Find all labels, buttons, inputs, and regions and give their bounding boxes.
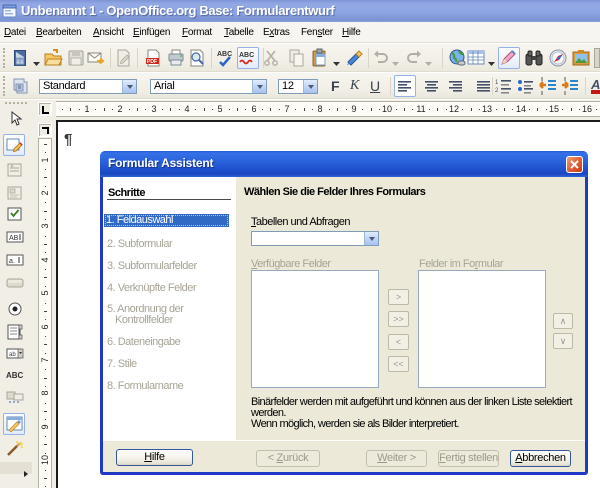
svg-text:a.: a. [9, 258, 15, 265]
svg-text:ab: ab [9, 352, 16, 358]
svg-text:2: 2 [495, 88, 499, 94]
svg-text:AB: AB [9, 235, 19, 242]
svg-text:ABC: ABC [239, 52, 254, 59]
svg-text:PDF: PDF [147, 59, 157, 65]
svg-text:ABC: ABC [6, 371, 24, 380]
svg-text:1: 1 [495, 80, 499, 86]
